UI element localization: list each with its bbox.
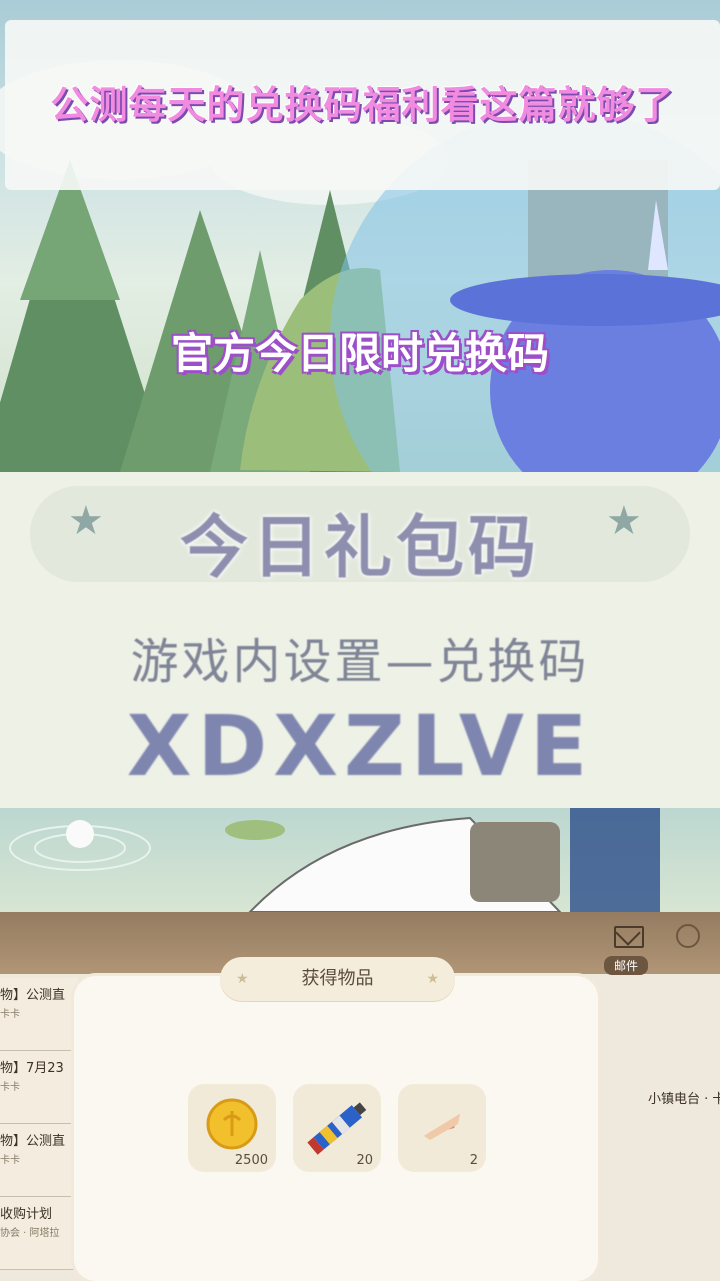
reward-item-qty: 20: [356, 1153, 373, 1168]
reward-modal-title-text: 获得物品: [301, 968, 374, 989]
reward-item[interactable]: 2500: [188, 1084, 276, 1172]
mail-item-title: 物】7月23: [0, 1061, 64, 1076]
mail-item-sender: 协会 · 阿塔拉: [0, 1228, 60, 1239]
redeem-instruction: 游戏内设置—兑换码: [130, 634, 590, 690]
article-title-card: 公测每天的兑换码福利看这篇就够了: [5, 20, 720, 190]
mail-list-item[interactable]: 物】公测直 卡卡: [0, 978, 78, 1051]
mail-tab[interactable]: 邮件: [604, 956, 649, 975]
mail-item-sender: 卡卡: [0, 1155, 20, 1166]
mail-icon[interactable]: [614, 926, 644, 948]
gift-code-card: ★ ★ 今日礼包码 游戏内设置—兑换码 XDXZLVE: [0, 472, 720, 808]
pond-illustration: [0, 808, 720, 918]
mail-item-title: 收购计划: [0, 1207, 53, 1222]
mail-item-sender: 卡卡: [0, 1082, 20, 1093]
mail-item-sender: 卡卡: [0, 1009, 20, 1020]
hero-overlay-text: 官方今日限时兑换码: [170, 329, 549, 378]
star-icon: ★: [236, 971, 249, 987]
reward-item[interactable]: 2: [398, 1084, 486, 1172]
mail-list-item[interactable]: 物】7月23 卡卡: [0, 1051, 78, 1124]
reward-item-qty: 2500: [234, 1153, 268, 1168]
reward-item-qty: 2: [469, 1153, 478, 1168]
radio-sender-label: 小镇电台 · 卡: [648, 1092, 720, 1107]
reward-item[interactable]: 20: [293, 1084, 381, 1172]
game-screenshot: 邮件 物】公测直 卡卡 物】7月23 卡卡 物】公测直 卡卡 收购计划 协会 ·…: [0, 808, 720, 1281]
redeem-code: XDXZLVE: [126, 697, 594, 795]
mail-list-item[interactable]: 收购计划 协会 · 阿塔拉: [0, 1197, 78, 1270]
mail-item-title: 物】公测直: [0, 1134, 66, 1149]
reward-modal-title: ★ 获得物品 ★: [220, 957, 455, 1001]
mail-list: 物】公测直 卡卡 物】7月23 卡卡 物】公测直 卡卡 收购计划 协会 · 阿塔…: [0, 978, 78, 1270]
friends-icon[interactable]: [676, 924, 700, 948]
star-icon: ★: [426, 971, 439, 987]
gift-code-heading: 今日礼包码: [179, 509, 540, 588]
mail-item-title: 物】公测直: [0, 988, 66, 1003]
mail-list-item[interactable]: 物】公测直 卡卡: [0, 1124, 78, 1197]
article-title: 公测每天的兑换码福利看这篇就够了: [50, 82, 675, 127]
hero-banner: 公测每天的兑换码福利看这篇就够了 官方今日限时兑换码: [0, 0, 720, 472]
